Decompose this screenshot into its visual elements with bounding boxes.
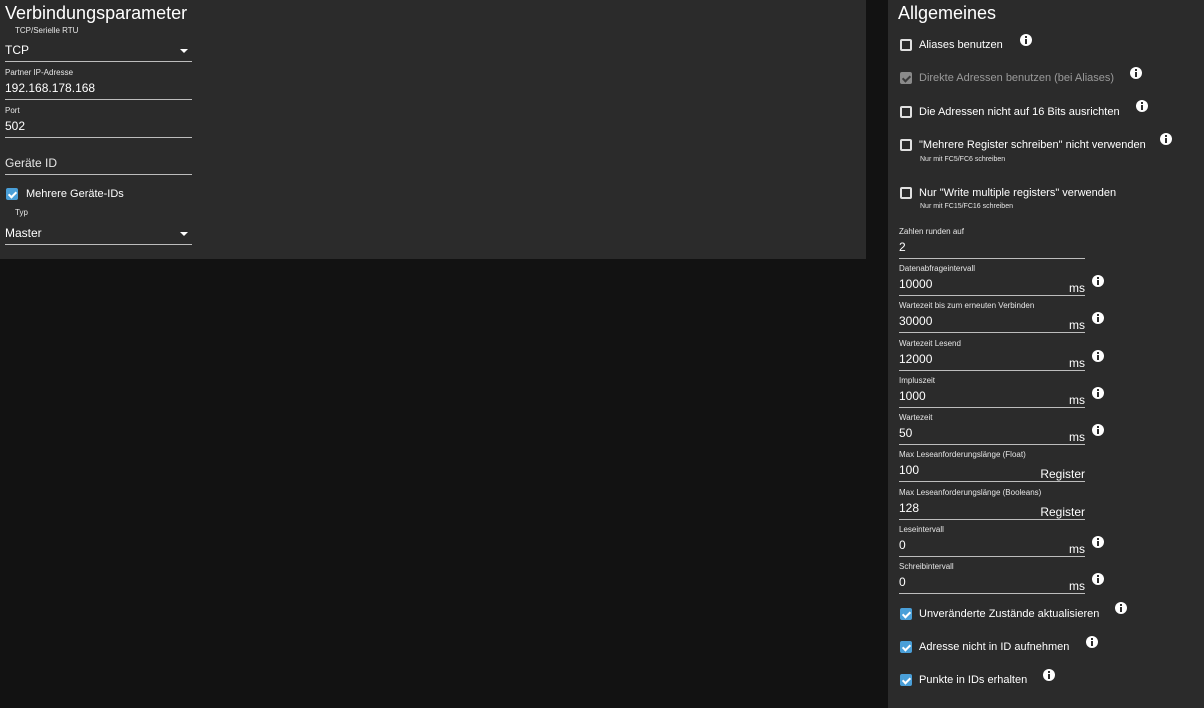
no-multiple-write-checkbox[interactable] xyxy=(900,139,912,151)
multiple-ids-label: Mehrere Geräte-IDs xyxy=(26,188,124,200)
general-settings-panel: Allgemeines Aliases benutzen Direkte Adr… xyxy=(888,0,1204,708)
info-icon[interactable] xyxy=(1092,350,1104,362)
no-multiple-write-hint: Nur mit FC5/FC6 schreiben xyxy=(920,156,1006,163)
no-16bit-align-checkbox[interactable] xyxy=(900,106,912,118)
general-settings-title: Allgemeines xyxy=(898,3,997,23)
info-icon[interactable] xyxy=(1086,636,1098,648)
wait-time-value: 50 xyxy=(899,426,913,440)
wait-time-input[interactable]: 50 ms xyxy=(899,426,1085,445)
update-unchanged-label: Unveränderte Zustände aktualisieren xyxy=(919,608,1100,620)
read-interval-input[interactable]: 0 ms xyxy=(899,538,1085,557)
max-read-bool-label: Max Leseanforderungslänge (Booleans) xyxy=(899,488,1042,497)
max-read-bool-unit: Register xyxy=(1040,505,1085,519)
keep-dots-label: Punkte in IDs erhalten xyxy=(919,674,1028,686)
wait-time-unit: ms xyxy=(1069,430,1085,444)
read-interval-value: 0 xyxy=(899,538,906,552)
partner-ip-label: Partner IP-Adresse xyxy=(5,68,74,77)
port-label: Port xyxy=(5,106,20,115)
poll-interval-value: 10000 xyxy=(899,277,933,291)
device-id-input[interactable]: Geräte ID xyxy=(5,156,192,175)
max-read-float-value: 100 xyxy=(899,463,920,477)
read-interval-label: Leseintervall xyxy=(899,525,944,534)
max-read-float-label: Max Leseanforderungslänge (Float) xyxy=(899,450,1026,459)
write-interval-value: 0 xyxy=(899,575,906,589)
port-value: 502 xyxy=(5,119,26,133)
max-read-bool-input[interactable]: 128 Register xyxy=(899,501,1085,520)
read-timeout-label: Wartezeit Lesend xyxy=(899,339,961,348)
max-read-float-input[interactable]: 100 Register xyxy=(899,463,1085,482)
read-timeout-value: 12000 xyxy=(899,352,933,366)
pulse-time-value: 1000 xyxy=(899,389,926,403)
info-icon[interactable] xyxy=(1115,602,1127,614)
info-icon[interactable] xyxy=(1092,387,1104,399)
type-value: Master xyxy=(5,226,42,240)
connection-type-label: TCP/Serielle RTU xyxy=(15,26,79,35)
update-unchanged-checkbox[interactable] xyxy=(900,608,912,620)
info-icon[interactable] xyxy=(1020,34,1032,46)
port-input[interactable]: 502 xyxy=(5,119,192,138)
poll-interval-unit: ms xyxy=(1069,281,1085,295)
type-select[interactable]: Master xyxy=(5,226,192,245)
only-multiple-write-hint: Nur mit FC15/FC16 schreiben xyxy=(920,203,1013,210)
connection-parameters-title: Verbindungsparameter xyxy=(5,3,188,23)
connection-type-select[interactable]: TCP xyxy=(5,43,192,62)
wait-time-label: Wartezeit xyxy=(899,413,933,422)
address-not-in-id-label: Adresse nicht in ID aufnehmen xyxy=(919,641,1070,653)
reconnect-unit: ms xyxy=(1069,318,1085,332)
round-input[interactable]: 2 xyxy=(899,240,1085,259)
type-label: Typ xyxy=(15,208,28,217)
info-icon[interactable] xyxy=(1092,536,1104,548)
direct-addresses-label: Direkte Adressen benutzen (bei Aliases) xyxy=(919,72,1115,84)
only-multiple-write-checkbox[interactable] xyxy=(900,187,912,199)
poll-interval-label: Datenabfrageintervall xyxy=(899,264,976,273)
max-read-bool-value: 128 xyxy=(899,501,920,515)
chevron-down-icon xyxy=(180,49,188,53)
reconnect-label: Wartezeit bis zum erneuten Verbinden xyxy=(899,301,1035,310)
pulse-time-label: Impluszeit xyxy=(899,376,936,385)
multiple-ids-checkbox[interactable] xyxy=(6,188,18,200)
no-multiple-write-label: "Mehrere Register schreiben" nicht verwe… xyxy=(919,139,1146,151)
partner-ip-input[interactable]: 192.168.178.168 xyxy=(5,81,192,100)
use-aliases-checkbox[interactable] xyxy=(900,39,912,51)
connection-type-value: TCP xyxy=(5,43,29,57)
info-icon[interactable] xyxy=(1092,573,1104,585)
write-interval-label: Schreibintervall xyxy=(899,562,954,571)
reconnect-input[interactable]: 30000 ms xyxy=(899,314,1085,333)
device-id-placeholder: Geräte ID xyxy=(5,156,58,170)
pulse-time-unit: ms xyxy=(1069,393,1085,407)
info-icon[interactable] xyxy=(1092,312,1104,324)
use-aliases-label: Aliases benutzen xyxy=(919,39,1003,51)
info-icon[interactable] xyxy=(1043,669,1055,681)
connection-parameters-panel: Verbindungsparameter TCP/Serielle RTU TC… xyxy=(0,0,866,259)
no-16bit-align-label: Die Adressen nicht auf 16 Bits ausrichte… xyxy=(919,106,1120,118)
poll-interval-input[interactable]: 10000 ms xyxy=(899,277,1085,296)
read-timeout-input[interactable]: 12000 ms xyxy=(899,352,1085,371)
reconnect-value: 30000 xyxy=(899,314,933,328)
max-read-float-unit: Register xyxy=(1040,467,1085,481)
info-icon[interactable] xyxy=(1130,67,1142,79)
info-icon[interactable] xyxy=(1092,424,1104,436)
write-interval-input[interactable]: 0 ms xyxy=(899,575,1085,594)
pulse-time-input[interactable]: 1000 ms xyxy=(899,389,1085,408)
round-label: Zahlen runden auf xyxy=(899,227,964,236)
read-timeout-unit: ms xyxy=(1069,356,1085,370)
direct-addresses-checkbox[interactable] xyxy=(900,72,912,84)
partner-ip-value: 192.168.178.168 xyxy=(5,81,96,95)
info-icon[interactable] xyxy=(1136,100,1148,112)
address-not-in-id-checkbox[interactable] xyxy=(900,641,912,653)
round-value: 2 xyxy=(899,240,906,254)
chevron-down-icon xyxy=(180,232,188,236)
only-multiple-write-label: Nur "Write multiple registers" verwenden xyxy=(919,187,1117,199)
info-icon[interactable] xyxy=(1160,133,1172,145)
keep-dots-checkbox[interactable] xyxy=(900,674,912,686)
info-icon[interactable] xyxy=(1092,275,1104,287)
write-interval-unit: ms xyxy=(1069,579,1085,593)
read-interval-unit: ms xyxy=(1069,542,1085,556)
